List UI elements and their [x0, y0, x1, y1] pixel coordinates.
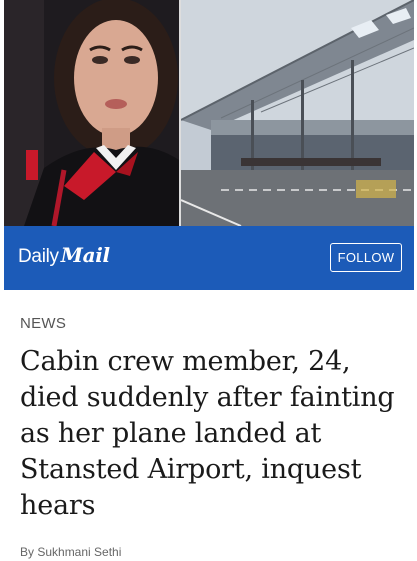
publisher-logo-daily: Daily [18, 246, 59, 267]
publisher-logo[interactable]: Daily Mail [18, 243, 110, 273]
follow-button[interactable]: FOLLOW [330, 243, 402, 272]
article-headline[interactable]: Cabin crew member, 24, died suddenly aft… [20, 344, 406, 524]
article-image-collage[interactable] [4, 0, 414, 226]
portrait-photo [4, 0, 179, 226]
news-card[interactable]: Daily Mail FOLLOW NEWS Cabin crew member… [4, 0, 414, 561]
publisher-logo-mail: Mail [60, 243, 110, 267]
section-label: NEWS [20, 315, 67, 332]
airport-terminal-photo [181, 0, 414, 226]
author-byline: By Sukhmani Sethi [20, 545, 122, 559]
